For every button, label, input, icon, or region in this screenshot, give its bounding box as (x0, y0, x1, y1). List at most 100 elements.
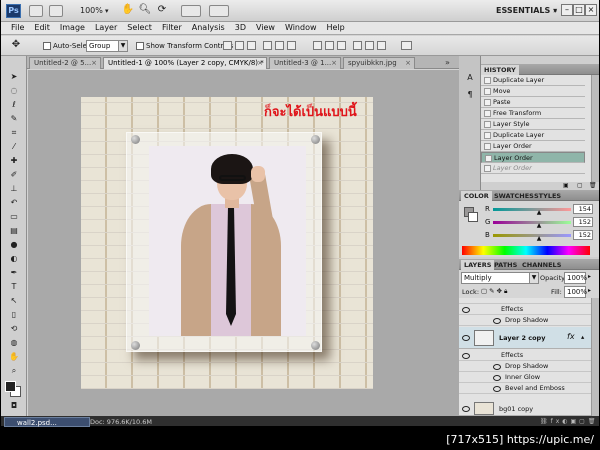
align-right-icon[interactable] (287, 41, 296, 50)
lock-options-icons[interactable]: ▢✎✥🔒︎ (481, 287, 510, 296)
mini-bridge-icon[interactable] (49, 5, 63, 17)
eyedropper-tool-icon[interactable]: ⁄ (8, 142, 20, 152)
bridge-icon[interactable] (29, 5, 43, 17)
collapse-effects-icon[interactable]: ▴ (581, 333, 584, 341)
new-document-icon[interactable]: ▢ (577, 182, 583, 189)
effect-eye-icon[interactable] (493, 318, 501, 324)
taskbar-file-button[interactable]: wall2.psd... (4, 417, 90, 427)
close-icon[interactable]: × (91, 58, 97, 69)
history-item[interactable]: Layer Style (481, 119, 585, 130)
screen-mode-icon[interactable] (209, 5, 229, 17)
effect-item[interactable]: Bevel and Emboss (459, 383, 591, 394)
blue-thumb-icon[interactable]: ▲ (537, 235, 542, 242)
visibility-eye-icon[interactable] (462, 307, 470, 313)
distribute-top-icon[interactable] (313, 41, 322, 50)
menu-edit[interactable]: Edit (34, 22, 50, 34)
tab-paths[interactable]: PATHS (491, 260, 520, 270)
history-item[interactable]: Paste (481, 97, 585, 108)
tab-styles[interactable]: STYLES (531, 191, 564, 201)
workspace-menu-icon[interactable]: » (553, 4, 557, 18)
close-icon[interactable]: × (405, 58, 411, 69)
brush-tool-icon[interactable]: ✐ (8, 170, 20, 180)
3d-rotate-icon[interactable]: ⟲ (8, 324, 20, 334)
shape-tool-icon[interactable]: ▯ (8, 310, 20, 320)
close-icon[interactable]: × (585, 4, 597, 16)
align-hcenter-icon[interactable] (275, 41, 284, 50)
tab-history[interactable]: HISTORY (481, 65, 519, 75)
tab-swatches[interactable]: SWATCHES (491, 191, 537, 201)
red-thumb-icon[interactable]: ▲ (537, 209, 542, 216)
menu-file[interactable]: File (11, 22, 24, 34)
layer-name[interactable]: bg01 copy (499, 405, 533, 413)
visibility-eye-icon[interactable] (462, 335, 470, 341)
close-icon[interactable]: × (331, 58, 337, 69)
align-left-icon[interactable] (263, 41, 272, 50)
3d-orbit-icon[interactable]: ◍ (8, 338, 20, 348)
layers-scrollbar[interactable] (591, 298, 599, 416)
blue-track[interactable] (493, 234, 571, 237)
eraser-tool-icon[interactable]: ▭ (8, 212, 20, 222)
zoom-tool-icon[interactable]: 🔍︎ (138, 4, 152, 16)
menu-layer[interactable]: Layer (95, 22, 117, 34)
character-panel-icon[interactable]: A (464, 73, 476, 83)
rotate-view-icon[interactable]: ⟳ (155, 4, 169, 16)
layers-footer-icons[interactable]: ⛓fx◐▣▢🗑︎ (540, 418, 598, 425)
effect-eye-icon[interactable] (493, 375, 501, 381)
blue-value[interactable]: 152 (573, 230, 593, 240)
clone-stamp-icon[interactable]: ⊥ (8, 184, 20, 194)
close-icon[interactable]: × (257, 58, 263, 69)
history-item[interactable]: Move (481, 86, 585, 97)
distribute-left-icon[interactable] (353, 41, 362, 50)
distribute-bottom-icon[interactable] (337, 41, 346, 50)
opacity-dropdown-icon[interactable]: ▸ (588, 273, 591, 280)
tab-channels[interactable]: CHANNELS (519, 260, 564, 270)
menu-window[interactable]: Window (285, 22, 317, 34)
visibility-eye-icon[interactable] (462, 353, 470, 359)
menu-image[interactable]: Image (60, 22, 85, 34)
path-select-icon[interactable]: ↖ (8, 296, 20, 306)
effect-item[interactable]: Inner Glow (459, 372, 591, 383)
maximize-icon[interactable]: □ (573, 4, 585, 16)
history-item-undone[interactable]: Layer Order (481, 163, 585, 174)
hand-tool-icon[interactable]: ✋ (121, 4, 135, 16)
show-transform-checkbox[interactable]: Show Transform Controls (136, 40, 233, 52)
effects-row[interactable]: Effects (459, 350, 591, 361)
crop-tool-icon[interactable]: ⌗ (8, 128, 20, 138)
zoom-tool-icon[interactable]: ⌕ (8, 366, 20, 376)
history-scrollbar[interactable] (591, 75, 599, 183)
history-item[interactable]: Free Transform (481, 108, 585, 119)
layer-row[interactable]: bg01 copy (459, 402, 591, 416)
effects-row[interactable]: Effects (459, 304, 591, 315)
green-thumb-icon[interactable]: ▲ (537, 222, 542, 229)
tab-untitled-1[interactable]: Untitled-1 @ 100% (Layer 2 copy, CMYK/8)… (103, 57, 267, 69)
menu-3d[interactable]: 3D (235, 22, 246, 34)
dodge-tool-icon[interactable]: ◐ (8, 254, 20, 264)
marquee-tool-icon[interactable]: ◌ (8, 86, 20, 96)
menu-select[interactable]: Select (127, 22, 152, 34)
arrange-documents-icon[interactable] (181, 5, 201, 17)
auto-align-layers-icon[interactable] (401, 41, 412, 50)
lasso-tool-icon[interactable]: ℓ (8, 100, 20, 110)
effect-item[interactable]: Drop Shadow (459, 361, 591, 372)
opacity-input[interactable]: 100% (564, 272, 587, 284)
red-slider[interactable]: R ▲ 154 (481, 204, 599, 216)
menu-filter[interactable]: Filter (162, 22, 182, 34)
fx-icon[interactable]: fx (567, 332, 575, 341)
effect-item[interactable]: Drop Shadow (459, 315, 591, 326)
quick-select-tool-icon[interactable]: ✎ (8, 114, 20, 124)
healing-brush-icon[interactable]: ✚ (8, 156, 20, 166)
green-track[interactable] (493, 221, 571, 224)
distribute-right-icon[interactable] (377, 41, 386, 50)
workspace-switcher[interactable]: ESSENTIALS ▾ (496, 4, 557, 18)
pen-tool-icon[interactable]: ✒ (8, 268, 20, 278)
align-top-icon[interactable] (223, 41, 232, 50)
history-item-selected[interactable]: Layer Order (481, 152, 585, 163)
distribute-vcenter-icon[interactable] (325, 41, 334, 50)
document-canvas[interactable]: ก็จะได้เป็นแบบนี้ (81, 97, 373, 389)
menu-help[interactable]: Help (327, 22, 345, 34)
gradient-tool-icon[interactable]: ▤ (8, 226, 20, 236)
zoom-dropdown-arrow-icon[interactable]: ▾ (105, 4, 109, 18)
tabs-overflow-icon[interactable]: » (445, 58, 450, 67)
effect-eye-icon[interactable] (493, 364, 501, 370)
canvas-area[interactable]: ก็จะได้เป็นแบบนี้ (28, 70, 459, 416)
